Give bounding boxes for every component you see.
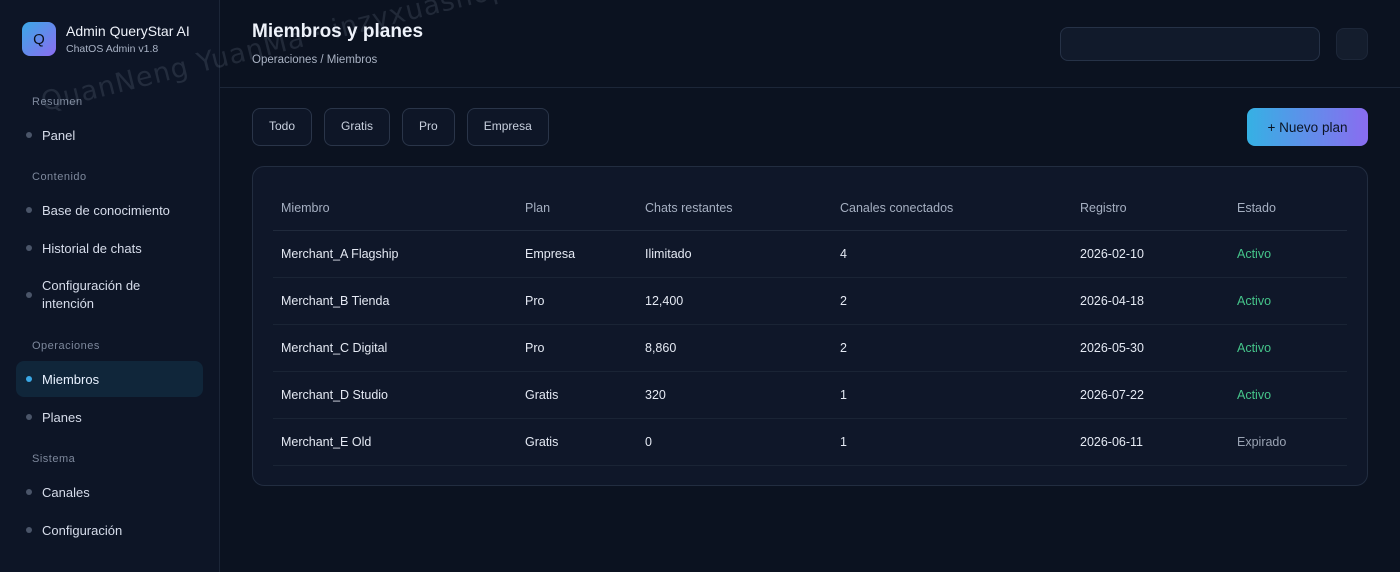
bullet-icon	[26, 292, 32, 298]
chats-remaining: 12,400	[637, 277, 832, 325]
sidebar-item-intent-config[interactable]: Configuración de intención	[16, 277, 203, 313]
brand-title: Admin QueryStar AI	[66, 23, 190, 39]
column-header: Chats restantes	[637, 187, 832, 231]
member-name: Merchant_C Digital	[273, 324, 517, 372]
status-badge: Activo	[1229, 324, 1347, 372]
action-button[interactable]	[1336, 28, 1368, 60]
filter-free-button[interactable]: Gratis	[324, 108, 391, 146]
chats-remaining: 0	[637, 418, 832, 466]
bullet-icon	[26, 207, 32, 213]
column-header: Plan	[517, 187, 637, 231]
registration-date: 2026-06-11	[1072, 418, 1229, 466]
registration-date: 2026-07-22	[1072, 371, 1229, 419]
channels-connected: 2	[832, 324, 1072, 372]
sidebar-item-label: Miembros	[42, 371, 100, 387]
table-row[interactable]: Merchant_C Digital Pro 8,860 2 2026-05-3…	[273, 324, 1347, 372]
member-plan: Gratis	[517, 418, 637, 466]
bullet-icon	[26, 414, 32, 420]
filter-enterprise-button[interactable]: Empresa	[466, 108, 549, 146]
sidebar-item-panel[interactable]: Panel	[16, 117, 203, 153]
chats-remaining: 8,860	[637, 324, 832, 372]
channels-connected: 4	[832, 230, 1072, 278]
bullet-icon	[26, 489, 32, 495]
member-name: Merchant_B Tienda	[273, 277, 517, 325]
member-plan: Empresa	[517, 230, 637, 278]
brand: Q Admin QueryStar AI ChatOS Admin v1.8	[22, 22, 203, 56]
brand-logo: Q	[22, 22, 56, 56]
bullet-icon	[26, 527, 32, 533]
sidebar-item-chat-history[interactable]: Historial de chats	[16, 230, 203, 266]
member-name: Merchant_D Studio	[273, 371, 517, 419]
sidebar-item-label: Planes	[42, 409, 82, 425]
registration-date: 2026-02-10	[1072, 230, 1229, 278]
brand-subtitle: ChatOS Admin v1.8	[66, 43, 159, 55]
sidebar: Q Admin QueryStar AI ChatOS Admin v1.8 R…	[0, 0, 220, 572]
bullet-icon	[26, 132, 32, 138]
sidebar-item-settings[interactable]: Configuración	[16, 512, 203, 548]
status-badge: Expirado	[1229, 418, 1347, 466]
sidebar-item-plans[interactable]: Planes	[16, 399, 203, 435]
column-header: Canales conectados	[832, 187, 1072, 231]
sidebar-item-label: Configuración de intención	[42, 278, 141, 311]
table-row[interactable]: Merchant_E Old Gratis 0 1 2026-06-11 Exp…	[273, 418, 1347, 466]
members-table: Miembro Plan Chats restantes Canales con…	[273, 187, 1347, 466]
channels-connected: 1	[832, 371, 1072, 419]
sidebar-item-knowledge-base[interactable]: Base de conocimiento	[16, 192, 203, 228]
sidebar-item-members[interactable]: Miembros	[16, 361, 203, 397]
section-label-contenido: Contenido	[32, 171, 87, 183]
section-label-operaciones: Operaciones	[32, 340, 100, 352]
status-badge: Activo	[1229, 371, 1347, 419]
members-table-card: Miembro Plan Chats restantes Canales con…	[252, 166, 1368, 486]
column-header: Miembro	[273, 187, 517, 231]
member-plan: Pro	[517, 324, 637, 372]
registration-date: 2026-05-30	[1072, 324, 1229, 372]
status-badge: Activo	[1229, 277, 1347, 325]
sidebar-item-label: Configuración	[42, 522, 123, 538]
sidebar-item-channels[interactable]: Canales	[16, 474, 203, 510]
section-label-sistema: Sistema	[32, 453, 76, 465]
search-input[interactable]	[1060, 27, 1320, 61]
plan-filter-group: Todo Gratis Pro Empresa	[252, 108, 549, 146]
column-header: Estado	[1229, 187, 1347, 231]
channels-connected: 1	[832, 418, 1072, 466]
channels-connected: 2	[832, 277, 1072, 325]
sidebar-item-label: Canales	[42, 484, 90, 500]
table-row[interactable]: Merchant_D Studio Gratis 320 1 2026-07-2…	[273, 371, 1347, 419]
filter-pro-button[interactable]: Pro	[402, 108, 455, 146]
main-content: Miembros y planes Operaciones / Miembros…	[220, 0, 1400, 572]
section-label-resumen: Resumen	[32, 96, 83, 108]
column-header: Registro	[1072, 187, 1229, 231]
status-badge: Activo	[1229, 230, 1347, 278]
chats-remaining: Ilimitado	[637, 230, 832, 278]
sidebar-item-label: Base de conocimiento	[42, 202, 170, 218]
member-name: Merchant_A Flagship	[273, 230, 517, 278]
member-name: Merchant_E Old	[273, 418, 517, 466]
table-header-row: Miembro Plan Chats restantes Canales con…	[273, 187, 1347, 231]
new-plan-button[interactable]: + Nuevo plan	[1247, 108, 1368, 146]
topbar: Miembros y planes Operaciones / Miembros	[220, 0, 1400, 88]
sidebar-item-label: Historial de chats	[42, 240, 142, 256]
table-row[interactable]: Merchant_B Tienda Pro 12,400 2 2026-04-1…	[273, 277, 1347, 325]
bullet-icon	[26, 376, 32, 382]
member-plan: Gratis	[517, 371, 637, 419]
sidebar-item-label: Panel	[42, 127, 76, 143]
filter-all-button[interactable]: Todo	[252, 108, 313, 146]
chats-remaining: 320	[637, 371, 832, 419]
table-row[interactable]: Merchant_A Flagship Empresa Ilimitado 4 …	[273, 230, 1347, 278]
registration-date: 2026-04-18	[1072, 277, 1229, 325]
member-plan: Pro	[517, 277, 637, 325]
bullet-icon	[26, 245, 32, 251]
